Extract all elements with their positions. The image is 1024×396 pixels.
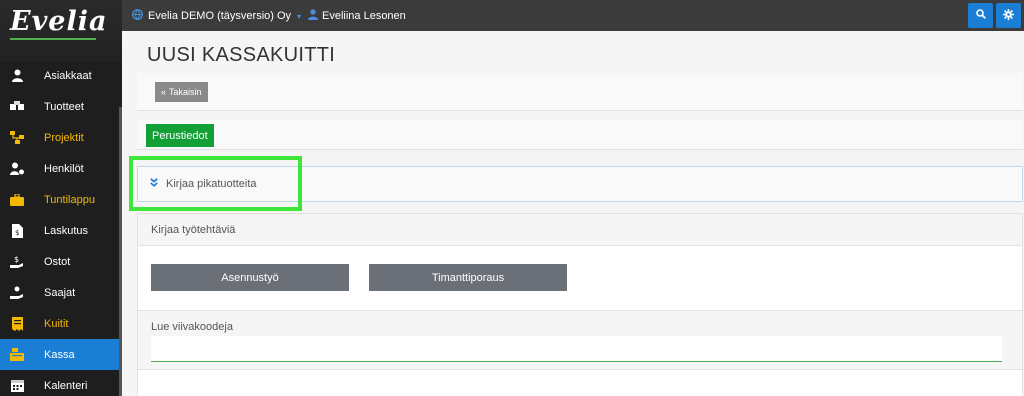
- sidebar-item-label: Tuntilappu: [44, 193, 95, 206]
- page-title: UUSI KASSAKUITTI: [147, 44, 336, 66]
- sidebar-item-label: Ostot: [44, 255, 71, 268]
- sidebar-item-asiakkaat[interactable]: Asiakkaat: [0, 60, 122, 91]
- sidebar-nav: Asiakkaat Tuotteet Projektit Henkilöt Tu…: [0, 60, 122, 396]
- app-logo[interactable]: Evelia: [10, 6, 107, 37]
- sitemap-icon: [10, 131, 24, 145]
- gear-icon: [1003, 8, 1014, 23]
- cash-register-icon: [10, 348, 24, 362]
- globe-icon: [132, 9, 143, 23]
- company-name: Evelia DEMO (täysversio) Oy: [148, 10, 292, 22]
- highlight-outline: [129, 156, 302, 211]
- hand-receive-icon: [10, 286, 24, 300]
- user-menu[interactable]: Eveliina Lesonen: [308, 9, 406, 23]
- sidebar-item-label: Tuotteet: [44, 100, 84, 113]
- back-button[interactable]: « Takaisin: [155, 82, 208, 102]
- top-bar: Evelia DEMO (täysversio) Oy ▾ Eveliina L…: [122, 0, 1024, 31]
- search-button[interactable]: [968, 3, 993, 28]
- task-button-timanttiporaus[interactable]: Timanttiporaus: [369, 264, 567, 291]
- chevron-down-icon: ▾: [297, 11, 302, 21]
- logo-underline: [10, 38, 96, 40]
- barcode-panel: Lue viivakoodeja: [137, 310, 1023, 370]
- tasks-title: Kirjaa työtehtäviä: [151, 224, 236, 236]
- sidebar-item-ostot[interactable]: $ Ostot: [0, 246, 122, 277]
- svg-text:$: $: [15, 229, 19, 237]
- barcode-title: Lue viivakoodeja: [151, 321, 233, 333]
- tab-strip: [137, 120, 1023, 150]
- sidebar-item-label: Laskutus: [44, 224, 89, 237]
- sidebar-item-kuitit[interactable]: Kuitit: [0, 308, 122, 339]
- sidebar-item-label: Henkilöt: [44, 162, 84, 175]
- sidebar-item-label: Kuitit: [44, 317, 69, 330]
- barcode-input[interactable]: [151, 336, 1002, 362]
- hand-dollar-icon: $: [10, 255, 24, 269]
- user-gear-icon: [10, 162, 24, 176]
- sidebar-item-kalenteri[interactable]: Kalenteri: [0, 370, 122, 396]
- sidebar-item-projektit[interactable]: Projektit: [0, 122, 122, 153]
- tasks-header: Kirjaa työtehtäviä: [138, 214, 1022, 246]
- calendar-icon: [10, 379, 24, 393]
- sidebar-item-henkilot[interactable]: Henkilöt: [0, 153, 122, 184]
- double-chevron-left-icon: «: [161, 87, 167, 97]
- sidebar-item-label: Saajat: [44, 286, 76, 299]
- svg-text:$: $: [14, 255, 19, 264]
- company-selector[interactable]: Evelia DEMO (täysversio) Oy ▾: [132, 9, 301, 23]
- tasks-panel: Kirjaa työtehtäviä Asennustyö Timanttipo…: [137, 213, 1023, 311]
- user-icon: [10, 69, 24, 83]
- sidebar-item-label: Asiakkaat: [44, 69, 92, 82]
- sidebar-item-saajat[interactable]: Saajat: [0, 277, 122, 308]
- logo-area: Evelia: [0, 0, 122, 62]
- back-button-label: Takaisin: [169, 87, 202, 97]
- briefcase-clock-icon: [10, 193, 24, 207]
- bottom-panel: [137, 370, 1023, 396]
- main-content: UUSI KASSAKUITTI « Takaisin Perustiedot …: [122, 31, 1024, 396]
- sidebar-item-tuntilappu[interactable]: Tuntilappu: [0, 184, 122, 215]
- sidebar-item-tuotteet[interactable]: Tuotteet: [0, 91, 122, 122]
- task-button-asennustyo[interactable]: Asennustyö: [151, 264, 349, 291]
- sidebar-item-laskutus[interactable]: $ Laskutus: [0, 215, 122, 246]
- invoice-icon: $: [10, 223, 24, 238]
- settings-button[interactable]: [996, 3, 1021, 28]
- tab-perustiedot[interactable]: Perustiedot: [146, 124, 214, 147]
- receipt-icon: [10, 316, 24, 331]
- sidebar-item-kassa[interactable]: Kassa: [0, 339, 122, 370]
- user-icon: [308, 9, 318, 23]
- back-panel: [137, 73, 1023, 111]
- sidebar: Evelia Asiakkaat Tuotteet Projektit Henk…: [0, 0, 122, 396]
- sidebar-item-label: Projektit: [44, 131, 84, 144]
- user-name: Eveliina Lesonen: [322, 10, 406, 22]
- sidebar-item-label: Kalenteri: [44, 379, 88, 392]
- boxes-icon: [10, 100, 24, 114]
- search-icon: [975, 9, 986, 22]
- sidebar-item-label: Kassa: [44, 348, 75, 361]
